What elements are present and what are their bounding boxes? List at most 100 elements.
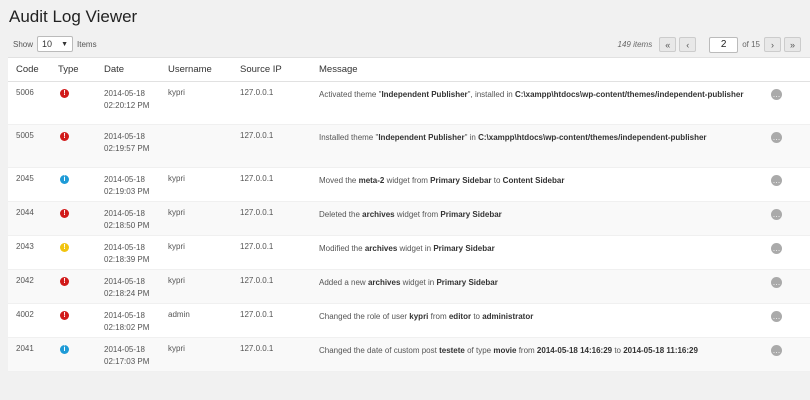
show-label: Show — [13, 39, 34, 49]
more-options-icon[interactable]: … — [771, 175, 782, 186]
message-segment: meta-2 — [358, 176, 385, 185]
table-header: Code Type Date Username Source IP Messag… — [8, 58, 810, 82]
date-cell: 2014-05-18 02:19:03 PM — [104, 168, 168, 198]
type-cell: ! — [58, 125, 104, 141]
next-page-button[interactable]: › — [764, 37, 781, 52]
audit-log-table: Code Type Date Username Source IP Messag… — [8, 57, 810, 372]
table-body: 5006! 2014-05-18 02:20:12 PM kypri 127.0.0.1… — [8, 82, 810, 372]
message-segment: from — [428, 312, 449, 321]
date-text: 2014-05-18 — [104, 311, 145, 320]
username-cell: kypri — [168, 88, 185, 97]
total-items-count: 149 items — [617, 40, 653, 49]
error-icon: ! — [60, 89, 69, 98]
pagination: 149 items « ‹ of 15 › » — [618, 36, 801, 53]
total-pages-label: of 15 — [742, 40, 760, 49]
message-segment: Primary Sidebar — [440, 210, 502, 219]
source-ip-cell: 127.0.0.1 — [240, 131, 274, 140]
table-row[interactable]: 2044! 2014-05-18 02:18:50 PM kypri 127.0.0.1… — [8, 202, 810, 236]
message-segment: widget from — [394, 210, 441, 219]
column-header-source-ip[interactable]: Source IP — [240, 64, 319, 75]
type-cell: ! — [58, 202, 104, 218]
table-row[interactable]: 5005! 2014-05-18 02:19:57 PM 127.0.0.1 Insta… — [8, 125, 810, 168]
row-actions: … — [771, 202, 795, 220]
code-cell: 2041 — [16, 344, 34, 353]
message-segment: 2014-05-18 11:16:29 — [623, 346, 698, 355]
info-icon: i — [60, 175, 69, 184]
table-row[interactable]: 2042! 2014-05-18 02:18:24 PM kypri 127.0.0.1… — [8, 270, 810, 304]
code-cell: 2045 — [16, 174, 34, 183]
table-row[interactable]: 4002! 2014-05-18 02:18:02 PM admin 127.0.0.1… — [8, 304, 810, 338]
time-text: 02:19:03 PM — [104, 187, 150, 196]
more-options-icon[interactable]: … — [771, 243, 782, 254]
username-cell: admin — [168, 310, 190, 319]
more-options-icon[interactable]: … — [771, 345, 782, 356]
table-row[interactable]: 2041 i 2014-05-18 02:17:03 PM kypri 127.0.0.1… — [8, 338, 810, 372]
first-page-button[interactable]: « — [659, 37, 677, 52]
message-cell: Moved the meta-2 widget from Primary Sid… — [319, 168, 771, 187]
last-page-button[interactable]: » — [784, 37, 801, 52]
message-segment: administrator — [482, 312, 534, 321]
more-options-icon[interactable]: … — [771, 89, 782, 100]
date-cell: 2014-05-18 02:20:12 PM — [104, 82, 168, 112]
time-text: 02:19:57 PM — [104, 144, 150, 153]
message-segment: to — [612, 346, 624, 355]
prev-page-button[interactable]: ‹ — [679, 37, 697, 52]
source-ip-cell: 127.0.0.1 — [240, 208, 274, 217]
username-cell — [168, 125, 240, 131]
time-text: 02:18:02 PM — [104, 323, 150, 332]
date-cell: 2014-05-18 02:19:57 PM — [104, 125, 168, 155]
more-options-icon[interactable]: … — [771, 311, 782, 322]
column-header-date[interactable]: Date — [104, 64, 168, 75]
message-segment: from — [516, 346, 537, 355]
message-segment: archives — [364, 244, 398, 253]
row-actions: … — [771, 168, 795, 186]
row-actions: … — [771, 125, 795, 143]
date-text: 2014-05-18 — [104, 175, 145, 184]
date-text: 2014-05-18 — [104, 209, 145, 218]
more-options-icon[interactable]: … — [771, 132, 782, 143]
table-row[interactable]: 2043! 2014-05-18 02:18:39 PM kypri 127.0.0.1… — [8, 236, 810, 270]
code-cell: 5006 — [16, 88, 34, 97]
column-header-code[interactable]: Code — [8, 64, 58, 75]
message-segment: ", installed in — [467, 90, 515, 99]
code-cell: 4002 — [16, 310, 34, 319]
source-ip-cell: 127.0.0.1 — [240, 276, 274, 285]
date-cell: 2014-05-18 02:18:02 PM — [104, 304, 168, 334]
date-cell: 2014-05-18 02:18:50 PM — [104, 202, 168, 232]
source-ip-cell: 127.0.0.1 — [240, 88, 274, 97]
time-text: 02:18:50 PM — [104, 221, 150, 230]
message-cell: Deleted the archives widget from Primary… — [319, 202, 771, 221]
message-segment: testete — [439, 346, 465, 355]
column-header-message[interactable]: Message — [319, 63, 771, 76]
type-cell: ! — [58, 304, 104, 320]
message-cell: Installed theme "Independent Publisher" … — [319, 125, 771, 144]
username-cell: kypri — [168, 276, 185, 285]
message-segment: Primary Sidebar — [430, 176, 492, 185]
message-segment: movie — [493, 346, 517, 355]
more-options-icon[interactable]: … — [771, 277, 782, 288]
current-page-input[interactable] — [709, 36, 739, 53]
time-text: 02:20:12 PM — [104, 101, 150, 110]
table-row[interactable]: 2045 i 2014-05-18 02:19:03 PM kypri 127.0.0.1… — [8, 168, 810, 202]
error-icon: ! — [60, 132, 69, 141]
per-page-value: 10 — [42, 39, 53, 49]
time-text: 02:18:39 PM — [104, 255, 150, 264]
username-cell: kypri — [168, 174, 185, 183]
warning-icon: ! — [60, 243, 69, 252]
message-segment: Modified the — [319, 244, 365, 253]
message-segment: widget in — [400, 278, 437, 287]
message-segment: Deleted the — [319, 210, 363, 219]
column-header-type[interactable]: Type — [58, 64, 104, 75]
message-segment: Changed the role of user — [319, 312, 410, 321]
more-options-icon[interactable]: … — [771, 209, 782, 220]
table-row[interactable]: 5006! 2014-05-18 02:20:12 PM kypri 127.0.0.1… — [8, 82, 810, 125]
message-segment: widget from — [384, 176, 431, 185]
chevron-right-icon: › — [771, 39, 774, 50]
column-header-username[interactable]: Username — [168, 64, 240, 75]
time-text: 02:17:03 PM — [104, 357, 150, 366]
per-page-select[interactable]: 10 ▼ — [37, 36, 74, 52]
date-cell: 2014-05-18 02:18:39 PM — [104, 236, 168, 266]
message-cell: Added a new archives widget in Primary S… — [319, 270, 771, 289]
message-segment: Activated theme " — [319, 90, 382, 99]
row-actions: … — [771, 270, 795, 288]
